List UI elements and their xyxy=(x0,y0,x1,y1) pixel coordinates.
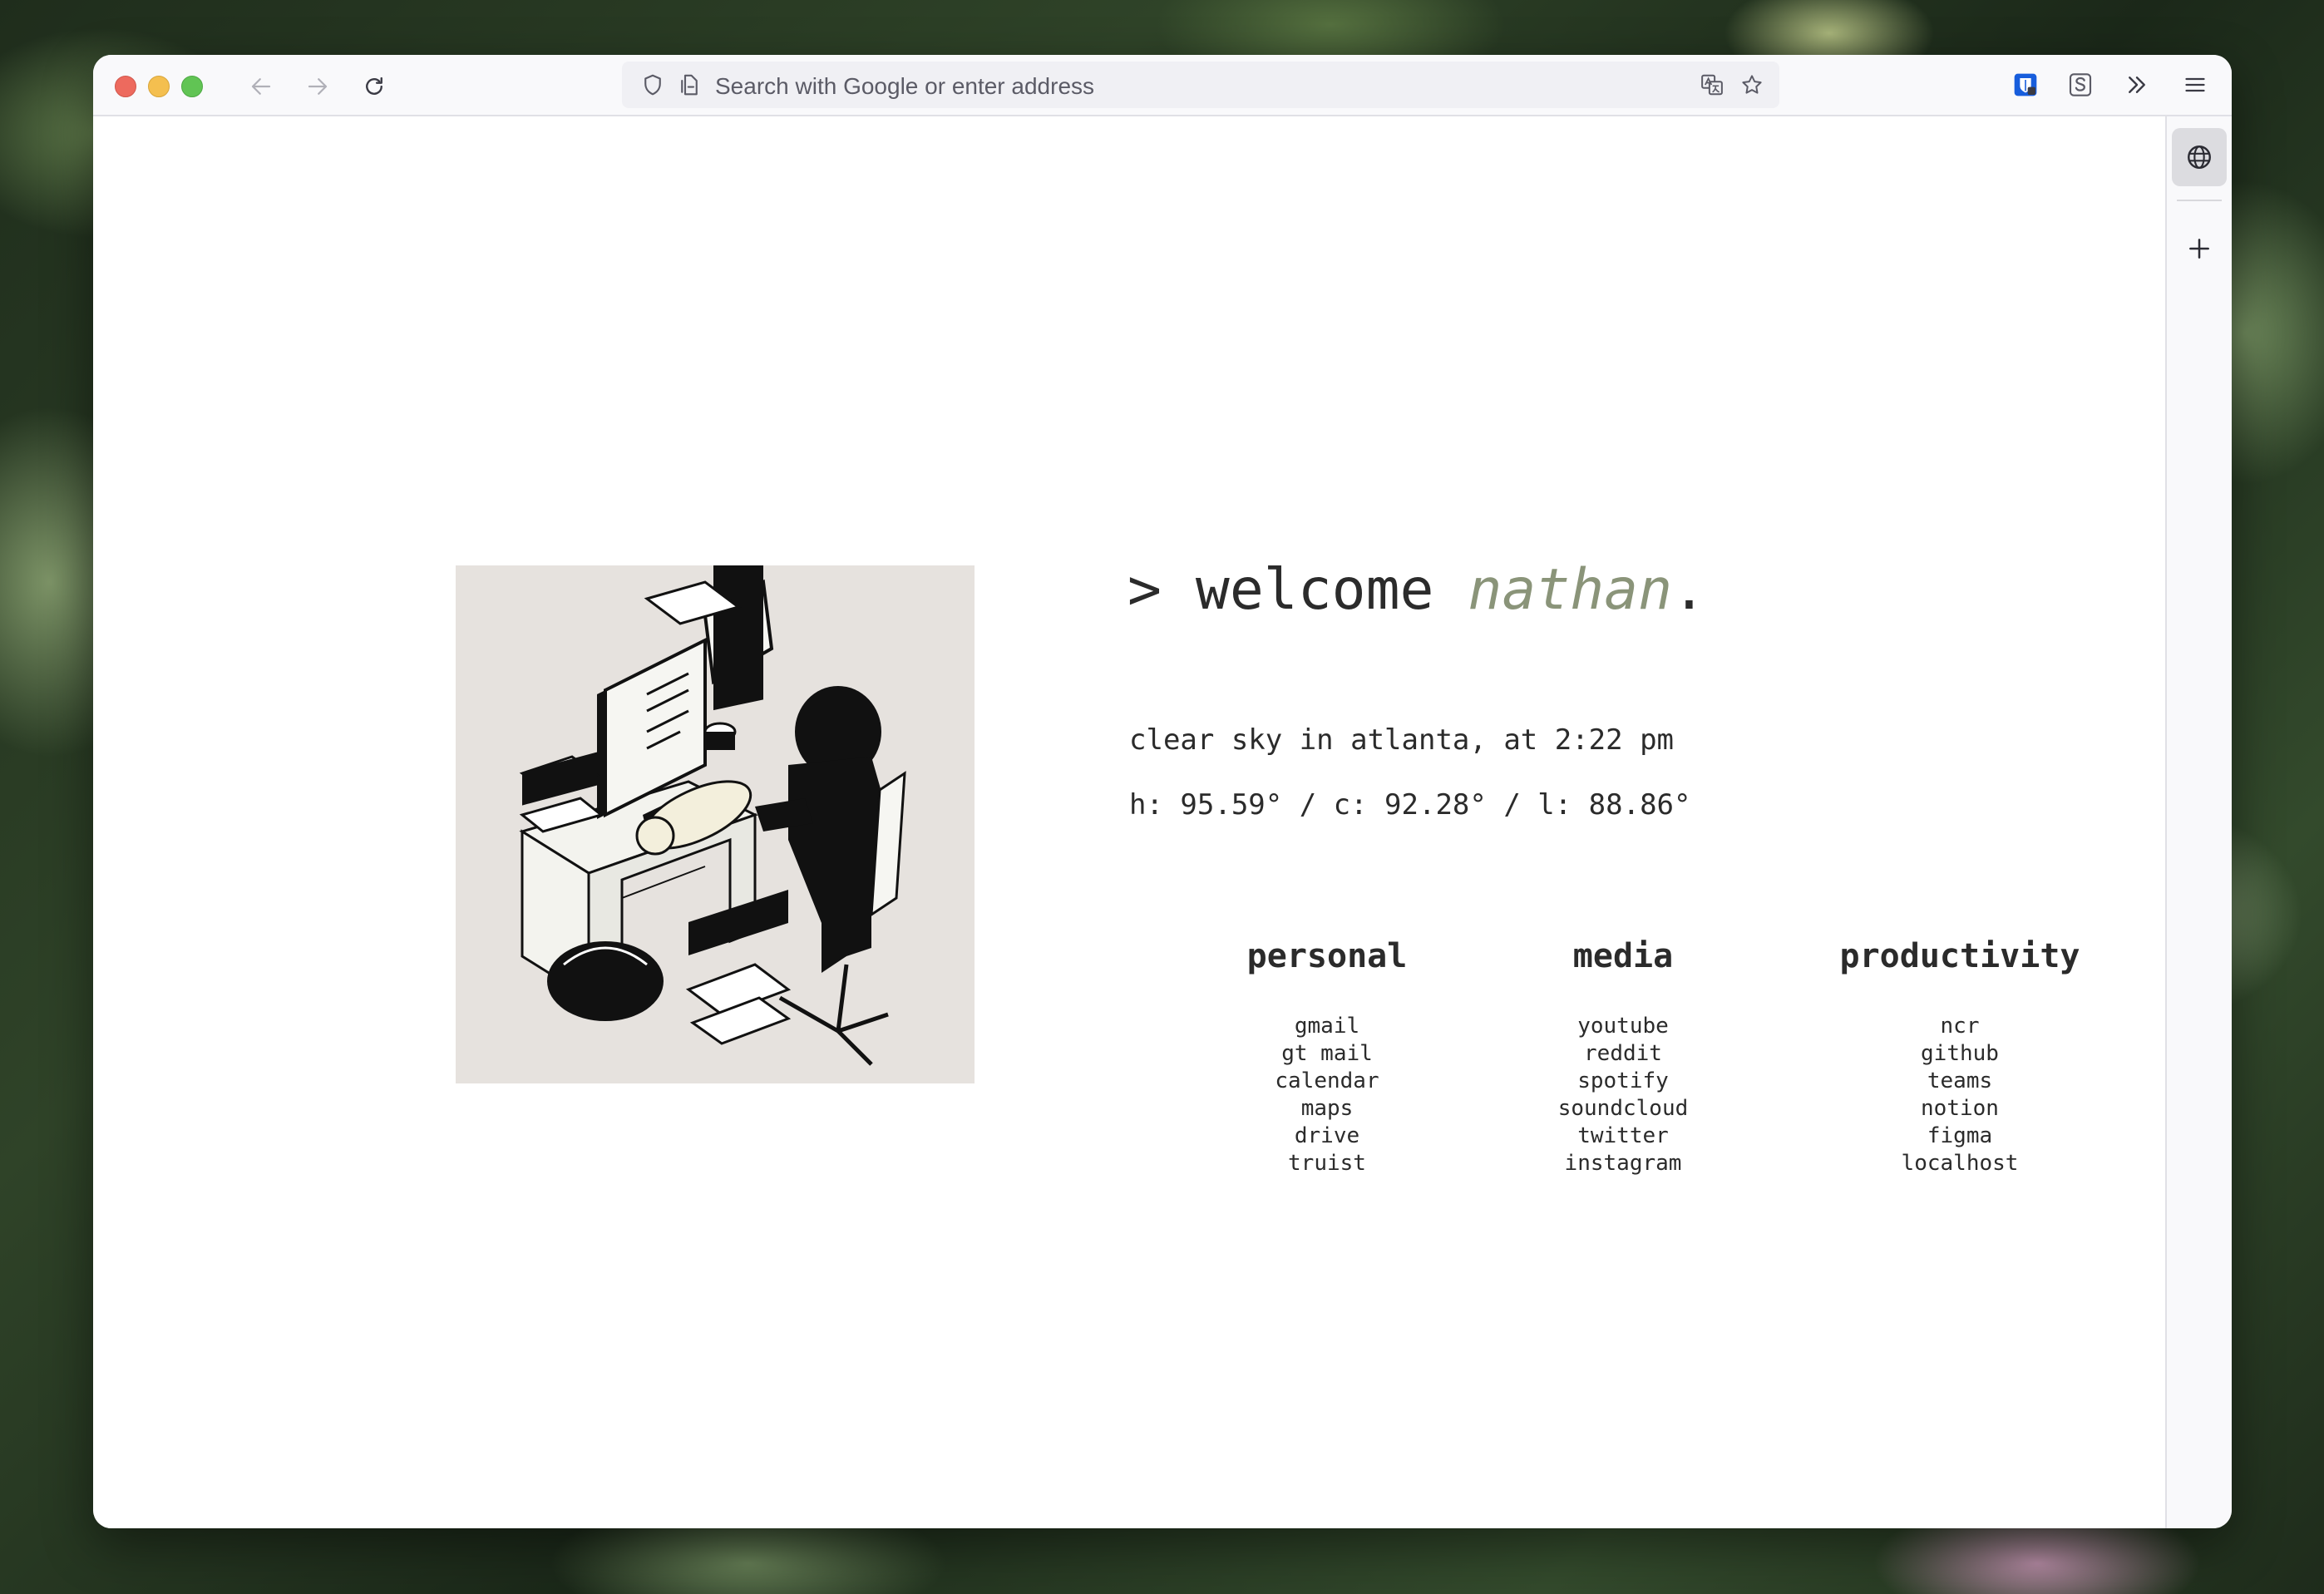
browser-toolbar: Search with Google or enter address xyxy=(93,55,2232,116)
link-notion[interactable]: notion xyxy=(1921,1096,1999,1121)
welcome-suffix: . xyxy=(1672,557,1706,623)
minimize-window-button[interactable] xyxy=(148,76,170,97)
link-gmail[interactable]: gmail xyxy=(1295,1014,1359,1039)
link-spotify[interactable]: spotify xyxy=(1577,1068,1669,1093)
close-window-button[interactable] xyxy=(115,76,136,97)
link-group-title: personal xyxy=(1246,937,1408,975)
link-drive[interactable]: drive xyxy=(1295,1123,1359,1148)
overflow-chevrons-icon[interactable] xyxy=(2120,68,2154,101)
link-github[interactable]: github xyxy=(1921,1041,1999,1066)
link-group-title: media xyxy=(1572,937,1674,975)
link-gt-mail[interactable]: gt mail xyxy=(1281,1041,1373,1066)
browser-sidebar xyxy=(2165,116,2232,1528)
illustration-person-at-desk xyxy=(456,550,975,1083)
address-bar[interactable]: Search with Google or enter address xyxy=(622,62,1779,108)
shield-icon[interactable] xyxy=(640,72,665,97)
back-button[interactable] xyxy=(244,70,278,103)
link-instagram[interactable]: instagram xyxy=(1565,1151,1682,1176)
extension-bitwarden-icon[interactable] xyxy=(2009,68,2042,101)
arrow-right-icon xyxy=(308,78,328,95)
translate-icon[interactable] xyxy=(1700,72,1724,97)
link-twitter[interactable]: twitter xyxy=(1577,1123,1669,1148)
address-placeholder: Search with Google or enter address xyxy=(715,73,1095,99)
link-group-productivity: productivity ncr github teams notion fig… xyxy=(1818,940,2101,1177)
welcome-heading: > welcome nathan. xyxy=(1127,557,1706,623)
plus-icon xyxy=(2189,239,2209,259)
globe-icon xyxy=(2188,146,2211,169)
link-youtube[interactable]: youtube xyxy=(1577,1014,1669,1039)
reload-button[interactable] xyxy=(358,70,391,103)
link-ncr[interactable]: ncr xyxy=(1941,1014,1980,1039)
hamburger-menu-icon[interactable] xyxy=(2178,68,2212,101)
page-content: > welcome nathan. clear sky in atlanta, … xyxy=(93,116,2167,1528)
link-teams[interactable]: teams xyxy=(1927,1068,1992,1093)
sidebar-add-panel-button[interactable] xyxy=(2172,220,2227,278)
link-localhost[interactable]: localhost xyxy=(1902,1151,2019,1176)
browser-window: Search with Google or enter address > we… xyxy=(93,55,2232,1528)
link-soundcloud[interactable]: soundcloud xyxy=(1558,1096,1689,1121)
sidebar-web-panel-button[interactable] xyxy=(2172,128,2227,186)
weather-line: clear sky in atlanta, at 2:22 pm xyxy=(1129,723,1675,757)
link-group-title: productivity xyxy=(1839,937,2080,975)
zoom-window-button[interactable] xyxy=(181,76,203,97)
welcome-name: nathan xyxy=(1468,557,1673,623)
link-reddit[interactable]: reddit xyxy=(1584,1041,1662,1066)
link-figma[interactable]: figma xyxy=(1927,1123,1992,1148)
extension-s-icon[interactable] xyxy=(2064,68,2097,101)
reload-icon xyxy=(366,76,382,95)
link-truist[interactable]: truist xyxy=(1288,1151,1366,1176)
link-group-media: media youtube reddit spotify soundcloud … xyxy=(1482,940,1764,1177)
link-group-personal: personal gmail gt mail calendar maps dri… xyxy=(1186,940,1468,1177)
welcome-prefix: > welcome xyxy=(1127,557,1468,623)
link-calendar[interactable]: calendar xyxy=(1275,1068,1379,1093)
link-maps[interactable]: maps xyxy=(1301,1096,1354,1121)
page-permissions-icon[interactable] xyxy=(677,72,702,97)
forward-button[interactable] xyxy=(301,70,334,103)
sidebar-divider xyxy=(2177,200,2222,201)
temperature-line: h: 95.59° / c: 92.28° / l: 88.86° xyxy=(1129,788,1691,822)
bookmark-star-icon[interactable] xyxy=(1739,72,1764,97)
arrow-left-icon xyxy=(251,78,271,95)
